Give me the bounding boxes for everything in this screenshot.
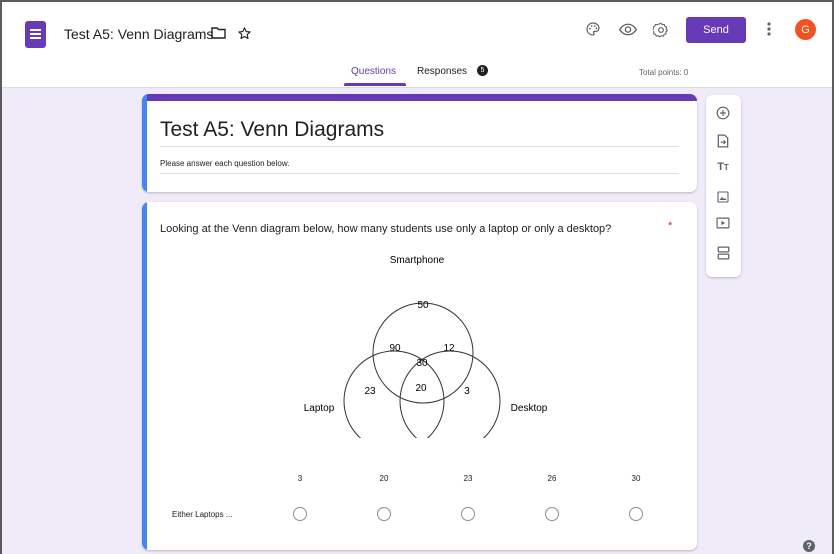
row-label: Either Laptops ... bbox=[172, 510, 233, 519]
active-tab-indicator bbox=[344, 83, 406, 86]
add-title-icon[interactable]: TT bbox=[715, 159, 731, 175]
document-title[interactable]: Test A5: Venn Diagrams bbox=[64, 26, 213, 42]
venn-label-laptop: Laptop bbox=[304, 403, 335, 414]
venn-value-smartphone-only: 50 bbox=[417, 300, 429, 311]
required-indicator: * bbox=[668, 220, 673, 232]
column-label: 30 bbox=[631, 474, 641, 483]
add-image-icon[interactable] bbox=[715, 189, 731, 205]
venn-value-laptop-desktop: 20 bbox=[415, 383, 427, 394]
column-label: 26 bbox=[547, 474, 557, 483]
venn-value-all-three: 30 bbox=[416, 358, 428, 369]
forms-logo-icon[interactable] bbox=[25, 21, 46, 48]
radio-option[interactable] bbox=[629, 507, 643, 521]
venn-value-smartphone-desktop: 12 bbox=[443, 343, 455, 354]
column-label: 23 bbox=[463, 474, 473, 483]
venn-value-laptop-only: 23 bbox=[364, 386, 376, 397]
venn-label-desktop: Desktop bbox=[511, 403, 548, 414]
radio-option[interactable] bbox=[377, 507, 391, 521]
star-icon[interactable] bbox=[235, 24, 253, 42]
palette-icon[interactable] bbox=[584, 20, 602, 38]
responses-count-badge: 5 bbox=[477, 65, 488, 76]
form-title[interactable]: Test A5: Venn Diagrams bbox=[160, 118, 384, 142]
tab-responses[interactable]: Responses bbox=[417, 66, 467, 77]
top-bar: Test A5: Venn Diagrams Send G Questions … bbox=[0, 0, 834, 88]
floating-toolbar: TT bbox=[706, 95, 741, 277]
venn-value-desktop-only: 3 bbox=[464, 386, 470, 397]
question-card[interactable]: Looking at the Venn diagram below, how m… bbox=[142, 202, 697, 550]
preview-eye-icon[interactable] bbox=[618, 21, 638, 37]
divider bbox=[160, 173, 679, 174]
radio-option[interactable] bbox=[545, 507, 559, 521]
import-questions-icon[interactable] bbox=[715, 133, 731, 149]
add-section-icon[interactable] bbox=[715, 245, 731, 261]
total-points: Total points: 0 bbox=[639, 68, 689, 77]
header-accent-stripe bbox=[142, 94, 697, 101]
selected-indicator bbox=[142, 202, 147, 550]
form-description[interactable]: Please answer each question below. bbox=[160, 159, 289, 168]
folder-icon[interactable] bbox=[209, 24, 227, 42]
column-label: 3 bbox=[297, 474, 303, 483]
divider bbox=[160, 146, 679, 147]
venn-value-smartphone-laptop: 90 bbox=[389, 343, 401, 354]
question-text[interactable]: Looking at the Venn diagram below, how m… bbox=[160, 223, 611, 235]
send-button[interactable]: Send bbox=[686, 17, 746, 43]
add-question-icon[interactable] bbox=[715, 105, 731, 121]
radio-option[interactable] bbox=[461, 507, 475, 521]
venn-diagram-image: Smartphone Laptop Desktop 50 90 12 30 23… bbox=[304, 255, 548, 438]
add-video-icon[interactable] bbox=[715, 215, 731, 231]
help-icon[interactable]: ? bbox=[803, 540, 815, 552]
selected-indicator bbox=[142, 94, 147, 192]
more-vert-icon[interactable] bbox=[762, 20, 776, 38]
tab-questions[interactable]: Questions bbox=[351, 66, 396, 77]
form-header-card[interactable]: Test A5: Venn Diagrams Please answer eac… bbox=[142, 94, 697, 192]
settings-gear-icon[interactable] bbox=[652, 21, 670, 39]
user-avatar[interactable]: G bbox=[795, 19, 816, 40]
radio-option[interactable] bbox=[293, 507, 307, 521]
venn-label-smartphone: Smartphone bbox=[390, 255, 445, 266]
column-label: 20 bbox=[379, 474, 389, 483]
